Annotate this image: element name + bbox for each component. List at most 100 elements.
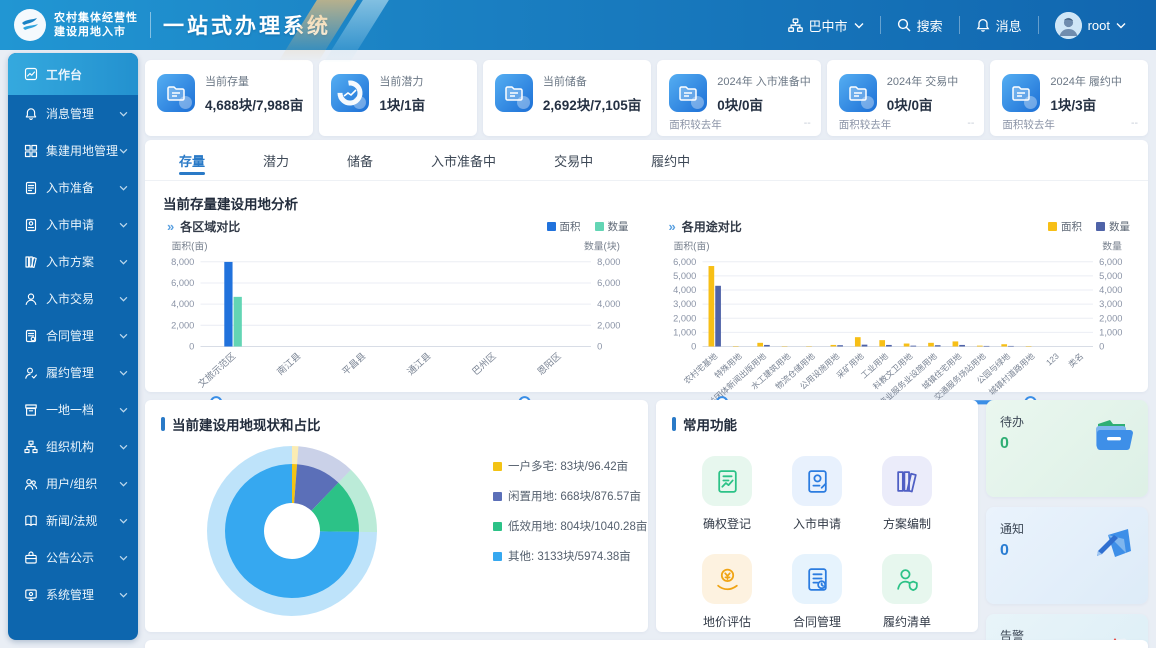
svg-text:类名: 类名: [1066, 351, 1085, 369]
sidebar-item-3[interactable]: 集建用地管理: [8, 132, 138, 169]
tab-交易中[interactable]: 交易中: [554, 140, 593, 180]
system-icon: [24, 588, 38, 602]
svg-text:2,000: 2,000: [673, 313, 696, 323]
common-functions-panel: 常用功能 确权登记入市申请方案编制地价评估合同管理履约清单: [656, 400, 978, 632]
notice-card-通知[interactable]: 通知0: [986, 507, 1148, 604]
legend-item-数量[interactable]: 数量: [595, 219, 629, 234]
sidebar-item-label: 合同管理: [46, 327, 94, 344]
sidebar-item-7[interactable]: 入市交易: [8, 280, 138, 317]
stat-card-5[interactable]: 2024年 交易中0块/0亩面积较去年--: [827, 60, 985, 136]
svg-text:0: 0: [691, 342, 696, 352]
landuse-ratio-panel: 当前建设用地现状和占比 一户多宅: 83块/96.42亩闲置用地: 668块/8…: [145, 400, 648, 632]
chevron-down-icon: [119, 444, 128, 450]
chevron-down-icon: [119, 222, 128, 228]
tab-入市准备中[interactable]: 入市准备中: [431, 140, 496, 180]
sidebar-item-label: 公告公示: [46, 549, 94, 566]
sidebar-item-4[interactable]: 入市准备: [8, 169, 138, 206]
sidebar-item-1[interactable]: 工作台: [8, 53, 138, 95]
sidebar-item-13[interactable]: 新闻/法规: [8, 502, 138, 539]
stat-footer-label: 面积较去年: [669, 117, 722, 132]
messages-button[interactable]: 消息: [960, 16, 1038, 35]
function-label: 确权登记: [703, 515, 751, 532]
sidebar-item-12[interactable]: 用户/组织: [8, 465, 138, 502]
function-label: 履约清单: [883, 613, 931, 630]
legend-label: 数量: [608, 219, 629, 234]
sidebar-item-6[interactable]: 入市方案: [8, 243, 138, 280]
legend-label: 闲置用地: 668块/876.57亩: [508, 488, 641, 504]
legend-swatch: [1048, 222, 1057, 231]
chevron-down-icon: [119, 518, 128, 524]
donut-legend-item-2[interactable]: 闲置用地: 668块/876.57亩: [493, 488, 647, 504]
legend-label: 面积: [1061, 219, 1082, 234]
stat-card-value: 1块/3亩: [1050, 94, 1122, 114]
stat-card-value: 4,688块/7,988亩: [205, 94, 303, 114]
contract-manage-icon: [792, 554, 842, 604]
stat-card-main: 2024年 履约中 1块/3亩: [1002, 70, 1138, 116]
chevron-down-icon: [119, 592, 128, 598]
tab-潜力[interactable]: 潜力: [263, 140, 289, 180]
tab-存量[interactable]: 存量: [179, 140, 205, 180]
city-selector[interactable]: 巴中市: [772, 16, 880, 35]
apply-icon: [792, 456, 842, 506]
svg-text:0: 0: [1099, 342, 1104, 352]
donut-legend-item-3[interactable]: 低效用地: 804块/1040.28亩: [493, 518, 647, 534]
svg-text:4,000: 4,000: [673, 285, 696, 295]
sidebar-item-2[interactable]: 消息管理: [8, 95, 138, 132]
stat-card-2[interactable]: 当前潜力1块/1亩: [319, 60, 477, 136]
function-方案编制[interactable]: 方案编制: [882, 456, 932, 532]
sidebar-item-label: 入市方案: [46, 253, 94, 270]
legend-item-数量[interactable]: 数量: [1096, 219, 1130, 234]
common-functions-grid: 确权登记 入市申请方案编制地价评估合同管理履约清单: [656, 434, 978, 630]
legend-label: 面积: [560, 219, 581, 234]
stat-card-3[interactable]: 当前储备2,692块/7,105亩: [483, 60, 651, 136]
function-地价评估[interactable]: 地价评估: [702, 554, 752, 630]
donut-legend-item-4[interactable]: 其他: 3133块/5974.38亩: [493, 548, 647, 564]
stat-card-footer: 面积较去年--: [1002, 117, 1138, 132]
legend-label: 一户多宅: 83块/96.42亩: [508, 458, 628, 474]
storage-folder-icon: [157, 74, 195, 112]
stat-card-label: 2024年 履约中: [1050, 73, 1122, 89]
reserve-folder-icon: [495, 74, 533, 112]
legend-item-面积[interactable]: 面积: [547, 219, 581, 234]
sidebar-item-15[interactable]: 系统管理: [8, 576, 138, 613]
sidebar-item-label: 入市交易: [46, 290, 94, 307]
stat-card-6[interactable]: 2024年 履约中 1块/3亩面积较去年--: [990, 60, 1148, 136]
function-履约清单[interactable]: 履约清单: [882, 554, 932, 630]
sidebar-item-label: 一地一档: [46, 401, 94, 418]
search-button[interactable]: 搜索: [881, 16, 959, 35]
sidebar-item-label: 入市申请: [46, 216, 94, 233]
svg-text:2,000: 2,000: [597, 320, 620, 330]
svg-text:1,000: 1,000: [1099, 327, 1122, 337]
stat-card-texts: 2024年 交易中0块/0亩: [887, 73, 959, 114]
org-tree-icon: [24, 440, 38, 454]
user-check-icon: [24, 366, 38, 380]
announce-icon: [24, 551, 38, 565]
sidebar-item-8[interactable]: 合同管理: [8, 317, 138, 354]
legend-swatch: [493, 552, 502, 561]
notice-card-待办[interactable]: 待办0: [986, 400, 1148, 497]
function-入市申请[interactable]: 入市申请: [792, 456, 842, 532]
function-合同管理[interactable]: 合同管理: [792, 554, 842, 630]
tab-储备[interactable]: 储备: [347, 140, 373, 180]
legend-label: 低效用地: 804块/1040.28亩: [508, 518, 647, 534]
sidebar-item-11[interactable]: 组织机构: [8, 428, 138, 465]
sidebar-item-14[interactable]: 公告公示: [8, 539, 138, 576]
sidebar-item-5[interactable]: 入市申请: [8, 206, 138, 243]
stat-footer-value: --: [804, 117, 811, 132]
title-accent-bar: [161, 417, 165, 431]
tab-履约中[interactable]: 履约中: [651, 140, 690, 180]
sidebar-item-9[interactable]: 履约管理: [8, 354, 138, 391]
document-icon: [24, 181, 38, 195]
sidebar-item-label: 组织机构: [46, 438, 94, 455]
archive-icon: [24, 403, 38, 417]
stat-card-1[interactable]: 当前存量4,688块/7,988亩: [145, 60, 313, 136]
stat-card-4[interactable]: 2024年 入市准备中0块/0亩面积较去年--: [657, 60, 821, 136]
donut-legend-item-1[interactable]: 一户多宅: 83块/96.42亩: [493, 458, 647, 474]
chevron-down-icon: [119, 481, 128, 487]
stat-card-value: 2,692块/7,105亩: [543, 94, 641, 114]
function-确权登记[interactable]: 确权登记: [702, 456, 752, 532]
header-divider: [150, 12, 151, 38]
sidebar-item-10[interactable]: 一地一档: [8, 391, 138, 428]
legend-item-面积[interactable]: 面积: [1048, 219, 1082, 234]
user-menu[interactable]: root: [1039, 12, 1142, 39]
